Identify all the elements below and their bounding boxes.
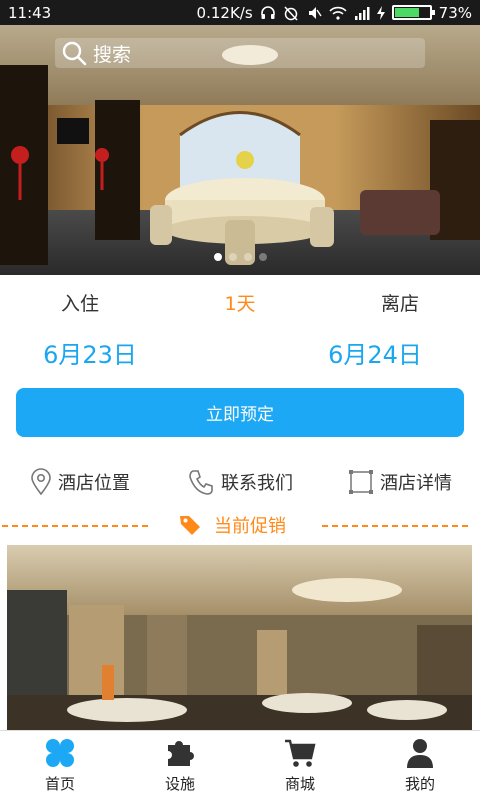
puzzle-icon (168, 741, 194, 766)
quick-links: 酒店位置 联系我们 酒店详情 (0, 462, 480, 502)
promo-banner-image[interactable] (7, 545, 472, 730)
status-bar: 11:43 0.12K/s 73% (0, 0, 480, 25)
nights-column: 1天 (200, 289, 280, 316)
nav-profile[interactable]: 我的 (360, 731, 480, 800)
nav-facilities-label: 设施 (164, 775, 195, 793)
hotel-details-label: 酒店详情 (380, 473, 452, 494)
checkout-date-picker[interactable]: 6月24日 (305, 335, 445, 370)
network-speed: 0.12K/s (196, 3, 253, 22)
contact-us-link[interactable]: 联系我们 (160, 462, 320, 502)
cart-icon (285, 739, 316, 767)
alarm-off-icon (284, 5, 298, 21)
nav-facilities[interactable]: 设施 (120, 731, 240, 800)
nav-home[interactable]: 首页 (0, 731, 120, 800)
person-icon (407, 739, 433, 768)
mute-icon (308, 6, 322, 19)
carousel-dot[interactable] (213, 253, 222, 261)
carousel-dot[interactable] (228, 253, 237, 261)
wifi-icon (329, 6, 347, 20)
hero-carousel[interactable]: 搜索 (0, 25, 480, 275)
carousel-dot[interactable] (258, 253, 267, 261)
headphones-icon (260, 5, 275, 19)
nav-profile-label: 我的 (404, 775, 435, 793)
promo-title: 当前促销 (214, 516, 286, 537)
battery-icon (391, 5, 435, 20)
carousel-dot[interactable] (243, 253, 252, 261)
checkin-label: 入住 (60, 293, 99, 315)
charging-icon (376, 5, 385, 20)
stay-dates: 入住 1天 离店 6月23日 6月24日 (0, 275, 480, 385)
search-placeholder: 搜索 (93, 43, 132, 66)
hotel-location-label: 酒店位置 (58, 473, 130, 494)
checkout-column[interactable]: 离店 (360, 289, 440, 316)
restaurant-hall-image (7, 545, 472, 730)
nights-count: 1天 (224, 293, 256, 315)
hotel-location-link[interactable]: 酒店位置 (0, 462, 160, 502)
home-clover-icon (46, 739, 74, 767)
search-icon (62, 41, 87, 66)
location-pin-icon (31, 468, 51, 496)
checkout-label: 离店 (380, 293, 419, 315)
nav-home-label: 首页 (44, 775, 75, 793)
contact-us-label: 联系我们 (221, 473, 293, 494)
checkin-date-picker[interactable]: 6月23日 (30, 335, 150, 370)
status-time: 11:43 (8, 3, 52, 22)
divider-line (322, 525, 468, 527)
nav-mall-label: 商城 (284, 775, 315, 793)
divider-line (2, 525, 148, 527)
book-now-button[interactable]: 立即预定 (16, 388, 464, 437)
signal-icon (354, 6, 370, 20)
battery-percent: 73% (438, 3, 472, 22)
hotel-details-link[interactable]: 酒店详情 (320, 462, 480, 502)
promo-section-header: 当前促销 (0, 512, 480, 540)
checkout-date: 6月24日 (328, 341, 422, 369)
checkin-column[interactable]: 入住 (40, 289, 120, 316)
carousel-indicator (0, 253, 480, 261)
nav-mall[interactable]: 商城 (240, 731, 360, 800)
bottom-navigation: 首页 设施 商城 我的 (0, 730, 480, 800)
checkin-date: 6月23日 (43, 341, 137, 369)
phone-icon (189, 470, 213, 495)
tag-icon (180, 516, 200, 535)
details-frame-icon (349, 470, 373, 494)
search-input[interactable]: 搜索 (55, 38, 425, 68)
